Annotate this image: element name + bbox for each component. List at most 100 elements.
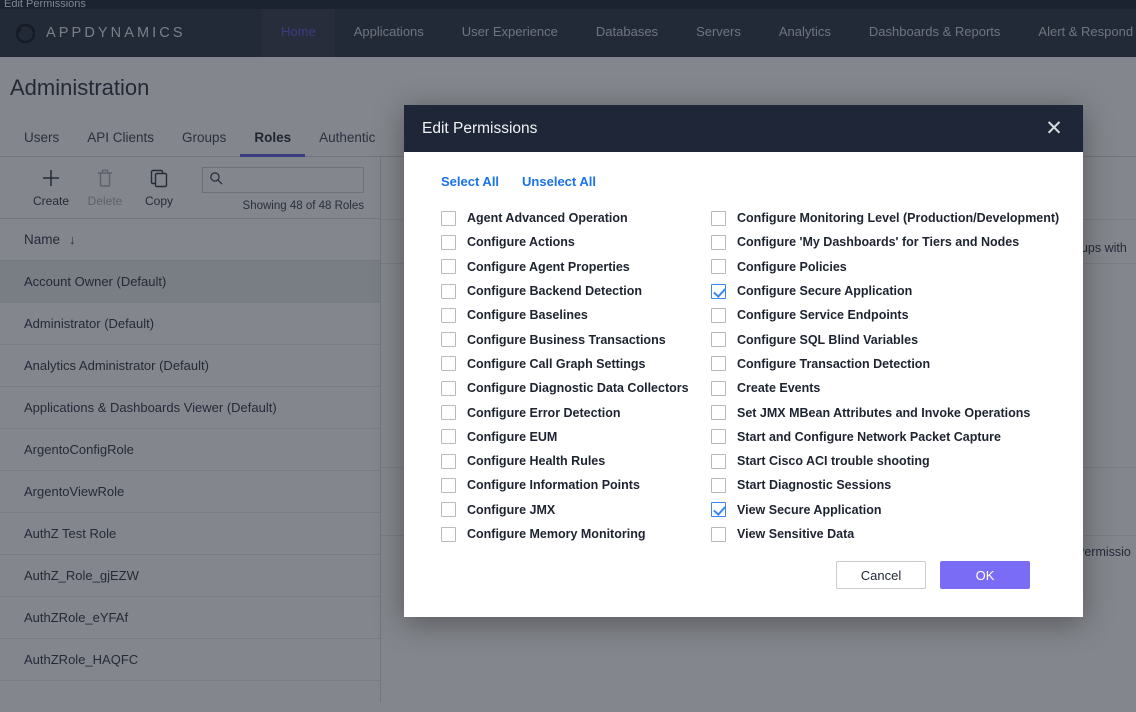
permission-checkbox-row[interactable]: Configure Actions (441, 230, 711, 254)
permission-checkbox-row[interactable]: Configure Baselines (441, 303, 711, 327)
dialog-footer: Cancel OK (404, 551, 1083, 617)
permission-checkbox-row[interactable]: Set JMX MBean Attributes and Invoke Oper… (711, 400, 1059, 424)
permission-label: Configure Baselines (467, 308, 588, 323)
checkbox[interactable] (441, 210, 456, 226)
permission-checkbox-row[interactable]: Start Diagnostic Sessions (711, 473, 1059, 497)
permissions-column-right: Configure Monitoring Level (Production/D… (711, 206, 1059, 546)
permission-label: Configure Policies (737, 259, 847, 274)
permission-checkbox-row[interactable]: Configure Business Transactions (441, 327, 711, 351)
dialog-header: Edit Permissions ✕ (404, 105, 1083, 152)
select-all-link[interactable]: Select All (441, 174, 499, 189)
permission-checkbox-row[interactable]: Configure Service Endpoints (711, 303, 1059, 327)
permission-checkbox-row[interactable]: View Sensitive Data (711, 522, 1059, 546)
select-links: Select All Unselect All (441, 174, 1046, 189)
permission-checkbox-row[interactable]: Configure Information Points (441, 473, 711, 497)
checkbox[interactable] (441, 259, 456, 275)
permission-label: Configure Business Transactions (467, 332, 666, 347)
window-title: Edit Permissions (4, 0, 86, 9)
window-titlebar: Edit Permissions (0, 0, 1136, 9)
permission-checkbox-row[interactable]: View Secure Application (711, 498, 1059, 522)
permission-label: Configure Monitoring Level (Production/D… (737, 211, 1060, 226)
checkbox[interactable] (441, 477, 456, 493)
checkbox[interactable] (441, 380, 456, 396)
permission-label: View Secure Application (737, 502, 882, 517)
permission-label: Configure Error Detection (467, 405, 621, 420)
permission-label: Configure Memory Monitoring (467, 527, 646, 541)
checkbox[interactable] (711, 283, 726, 299)
checkbox[interactable] (711, 356, 726, 372)
permissions-column-left: Agent Advanced Operation Configure Actio… (441, 206, 711, 546)
permission-checkbox-row[interactable]: Start and Configure Network Packet Captu… (711, 425, 1059, 449)
checkbox[interactable] (711, 405, 726, 421)
dialog-title: Edit Permissions (422, 119, 538, 137)
permission-label: Configure Actions (467, 235, 575, 250)
permission-checkbox-row[interactable]: Start Cisco ACI trouble shooting (711, 449, 1059, 473)
checkbox[interactable] (441, 283, 456, 299)
permission-checkbox-row[interactable]: Configure Secure Application (711, 279, 1059, 303)
checkbox[interactable] (441, 332, 456, 348)
dialog-body: Select All Unselect All Agent Advanced O… (404, 152, 1083, 551)
permission-checkbox-row[interactable]: Configure Diagnostic Data Collectors (441, 376, 711, 400)
permission-checkbox-row[interactable]: Configure Monitoring Level (Production/D… (711, 206, 1059, 230)
checkbox[interactable] (441, 356, 456, 372)
permission-checkbox-row[interactable]: Configure Call Graph Settings (441, 352, 711, 376)
ok-button[interactable]: OK (940, 561, 1030, 589)
permission-label: Configure Health Rules (467, 454, 606, 469)
permission-label: Start Diagnostic Sessions (737, 478, 892, 493)
permission-checkbox-row[interactable]: Configure JMX (441, 498, 711, 522)
permission-checkbox-row[interactable]: Configure SQL Blind Variables (711, 327, 1059, 351)
permission-label: Configure Secure Application (737, 284, 913, 299)
permission-label: Configure 'My Dashboards' for Tiers and … (737, 235, 1020, 250)
permission-label: Start Cisco ACI trouble shooting (737, 454, 930, 469)
checkbox[interactable] (711, 307, 726, 323)
unselect-all-link[interactable]: Unselect All (522, 174, 596, 189)
checkbox[interactable] (711, 453, 726, 469)
permission-label: Configure Agent Properties (467, 259, 630, 274)
permission-checkbox-row[interactable]: Configure Policies (711, 255, 1059, 279)
checkbox[interactable] (441, 405, 456, 421)
permission-label: Configure Information Points (467, 478, 640, 493)
checkbox[interactable] (441, 429, 456, 445)
close-icon[interactable]: ✕ (1043, 118, 1065, 139)
checkbox[interactable] (441, 502, 456, 518)
permission-checkbox-row[interactable]: Configure 'My Dashboards' for Tiers and … (711, 230, 1059, 254)
checkbox[interactable] (441, 234, 456, 250)
cancel-button[interactable]: Cancel (836, 561, 926, 589)
permission-checkbox-row[interactable]: Create Events (711, 376, 1059, 400)
checkbox[interactable] (711, 429, 726, 445)
checkbox[interactable] (711, 210, 726, 226)
permission-label: Configure JMX (467, 502, 556, 517)
permission-label: Configure EUM (467, 429, 558, 444)
checkbox[interactable] (711, 526, 726, 542)
permission-label: Start and Configure Network Packet Captu… (737, 429, 1001, 444)
permission-label: Configure Service Endpoints (737, 308, 909, 323)
checkbox[interactable] (441, 453, 456, 469)
permission-checkbox-row[interactable]: Configure Memory Monitoring (441, 522, 711, 546)
permission-label: Configure Backend Detection (467, 284, 643, 299)
permission-checkbox-row[interactable]: Configure Health Rules (441, 449, 711, 473)
checkbox[interactable] (711, 234, 726, 250)
permission-checkbox-row[interactable]: Agent Advanced Operation (441, 206, 711, 230)
checkbox[interactable] (711, 332, 726, 348)
checkbox[interactable] (711, 502, 726, 518)
edit-permissions-dialog: Edit Permissions ✕ Select All Unselect A… (404, 105, 1083, 617)
checkbox[interactable] (441, 307, 456, 323)
checkbox[interactable] (441, 526, 456, 542)
permissions-columns: Agent Advanced Operation Configure Actio… (441, 206, 1059, 546)
permission-label: Set JMX MBean Attributes and Invoke Oper… (737, 405, 1031, 420)
permission-label: Create Events (737, 381, 821, 396)
permission-label: View Sensitive Data (737, 527, 855, 541)
permission-checkbox-row[interactable]: Configure Error Detection (441, 400, 711, 424)
permission-checkbox-row[interactable]: Configure Transaction Detection (711, 352, 1059, 376)
permission-label: Configure Transaction Detection (737, 356, 931, 371)
checkbox[interactable] (711, 259, 726, 275)
permission-checkbox-row[interactable]: Configure Agent Properties (441, 255, 711, 279)
permission-checkbox-row[interactable]: Configure EUM (441, 425, 711, 449)
screen-root: Edit Permissions APPDYNAMICS Home App (0, 0, 1136, 712)
permission-label: Configure Diagnostic Data Collectors (467, 381, 689, 396)
permission-label: Agent Advanced Operation (467, 211, 628, 226)
checkbox[interactable] (711, 380, 726, 396)
checkbox[interactable] (711, 477, 726, 493)
permission-label: Configure Call Graph Settings (467, 356, 646, 371)
permission-checkbox-row[interactable]: Configure Backend Detection (441, 279, 711, 303)
